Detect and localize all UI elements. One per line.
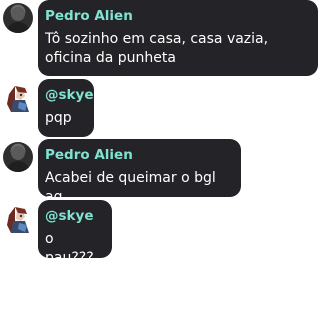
sender-name[interactable]: Pedro Alien (45, 147, 234, 163)
sender-name[interactable]: @skye (45, 208, 105, 224)
message-text: pqp (45, 110, 72, 126)
sender-name[interactable]: @skye (45, 87, 93, 103)
message-bubble: Pedro Alien Acabei de queimar o bgl aq (38, 139, 241, 205)
message-bubble: @skye o pau??? (38, 200, 112, 266)
profile-photo-icon[interactable] (3, 3, 33, 33)
message-text: Tô sozinho em casa, casa vazia, oficina … (45, 31, 269, 66)
anime-character-icon[interactable] (3, 84, 33, 114)
anime-character-icon[interactable] (3, 205, 33, 235)
message-bubble: Pedro Alien Tô sozinho em casa, casa vaz… (38, 0, 318, 76)
profile-photo-icon[interactable] (3, 142, 33, 172)
message-bubble: @skye pqp (38, 79, 94, 137)
sender-name[interactable]: Pedro Alien (45, 8, 311, 24)
message-text: o pau??? (45, 231, 94, 266)
